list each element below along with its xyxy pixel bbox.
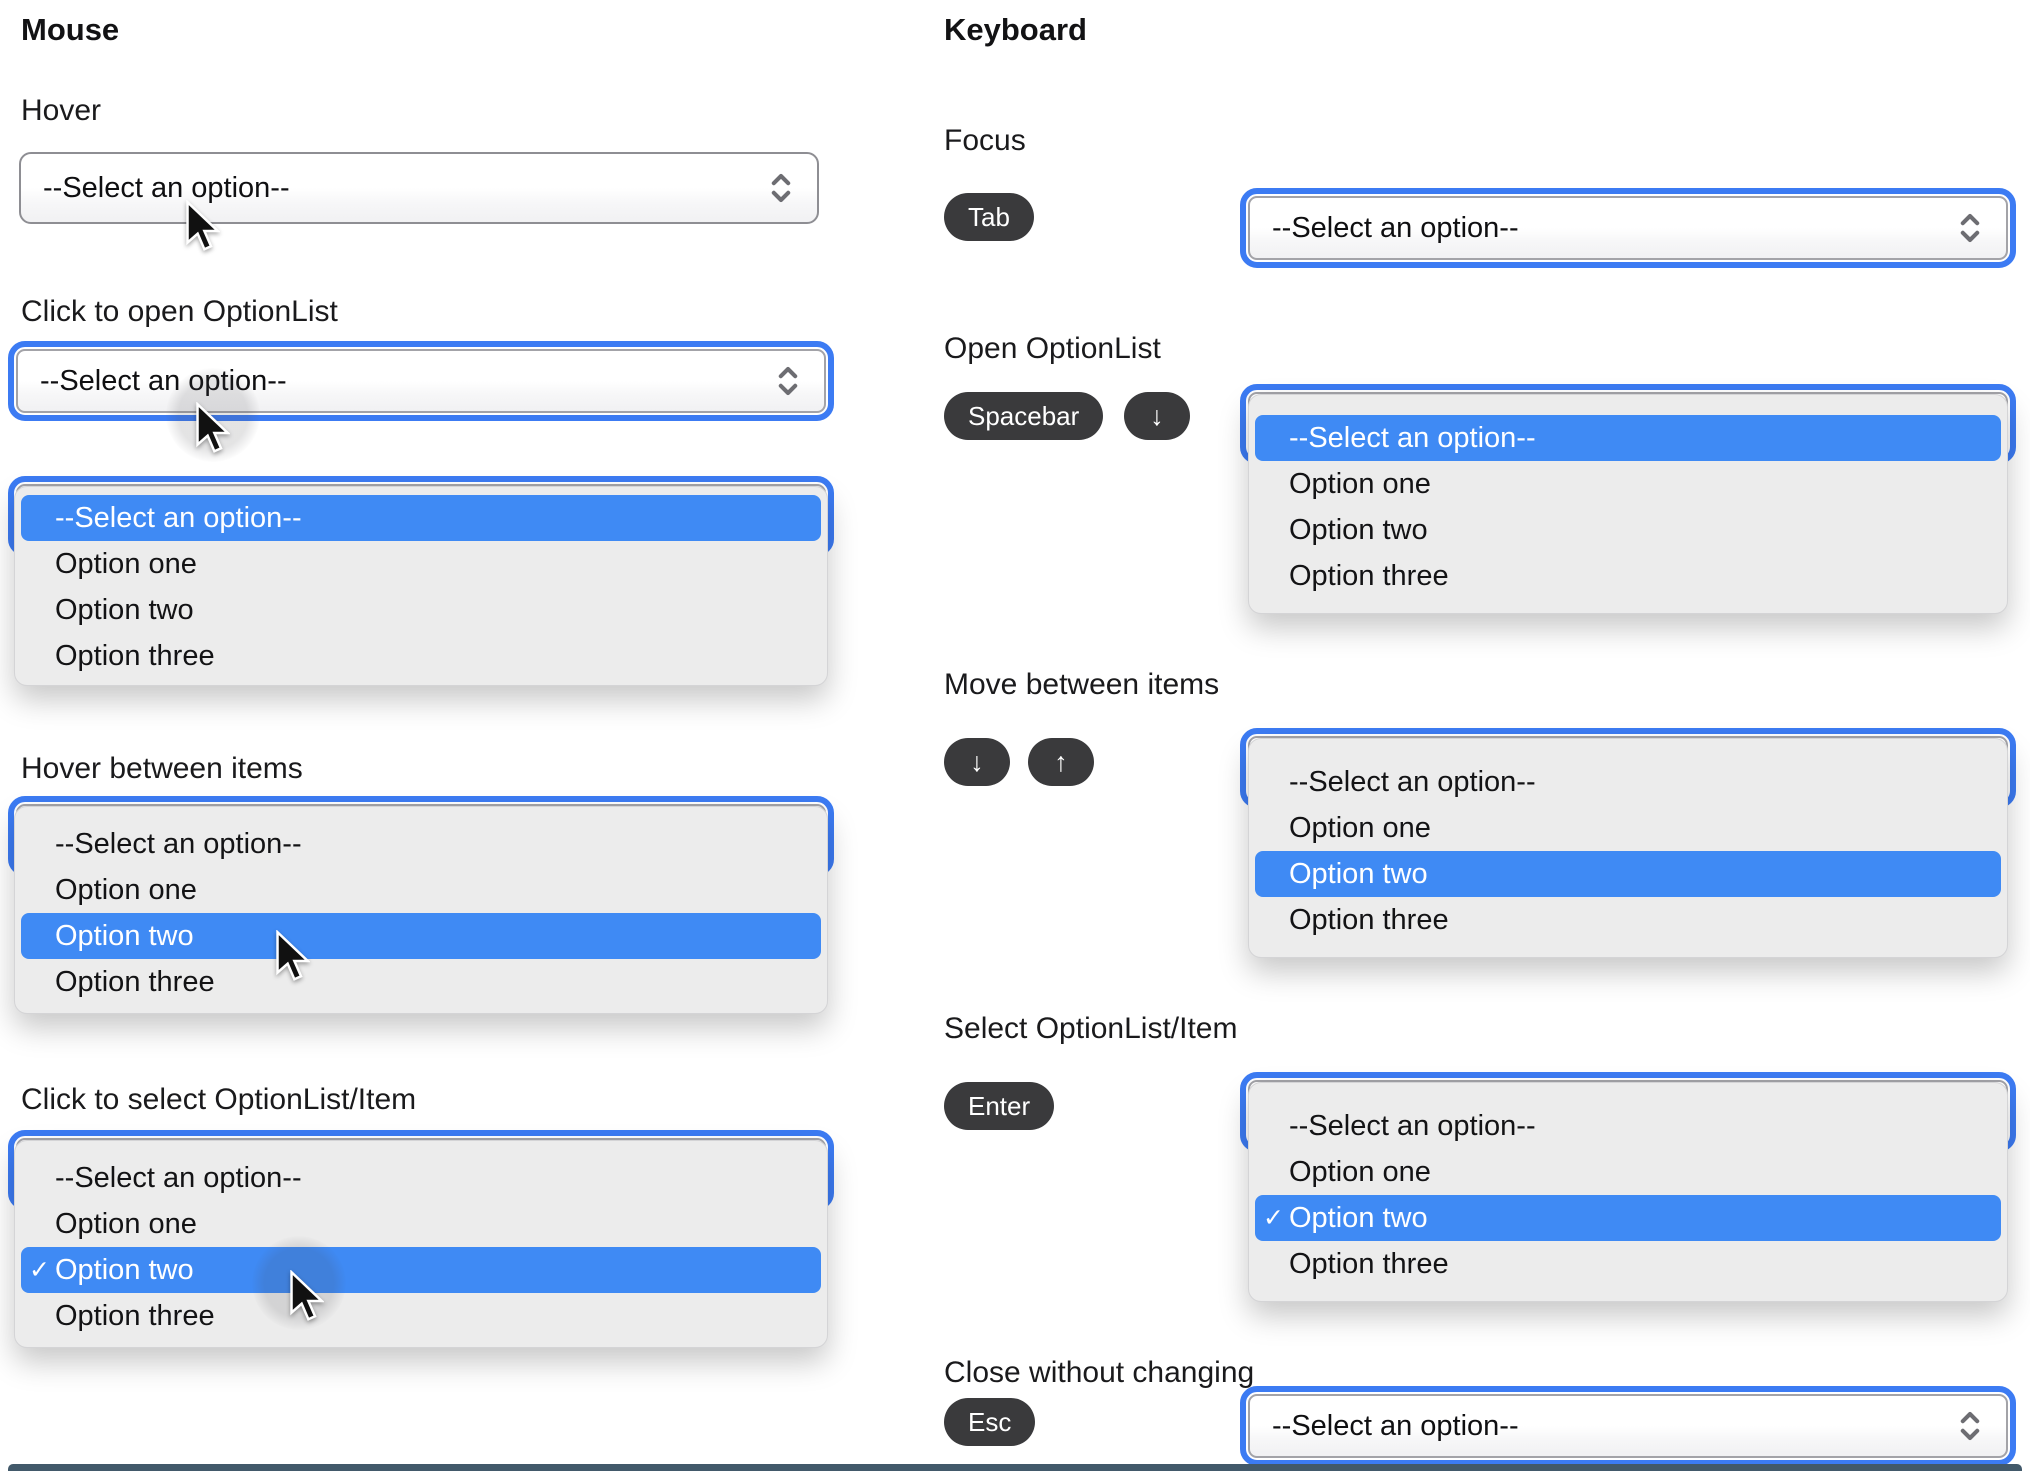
option-label: Option three (1289, 903, 1449, 936)
select-focused[interactable]: --Select an option-- (1240, 1386, 2016, 1466)
option-list: --Select an option-- Option one Option t… (14, 806, 828, 1014)
option-label: Option three (1289, 1247, 1449, 1280)
option-label: Option two (55, 919, 194, 952)
option-item[interactable]: Option three (21, 1293, 821, 1339)
option-list: --Select an option-- Option one Option t… (1248, 738, 2008, 958)
keyboard-column-heading: Keyboard (944, 12, 1087, 47)
option-label: --Select an option-- (55, 501, 302, 534)
option-label: Option two (1289, 513, 1428, 546)
option-item[interactable]: Option one (21, 541, 821, 587)
section-label-select-item: Select OptionList/Item (944, 1012, 1238, 1045)
cursor-icon (186, 200, 220, 251)
option-item[interactable]: Option two (21, 587, 821, 633)
select-value: --Select an option-- (40, 364, 287, 397)
option-label: --Select an option-- (1289, 765, 1536, 798)
option-list: --Select an option-- Option one ✓ Option… (14, 1140, 828, 1348)
updown-chevron-icon (1960, 213, 1980, 243)
key-pill-arrow-down: ↓ (944, 738, 1010, 786)
key-pill-esc: Esc (944, 1398, 1036, 1446)
select-closed[interactable]: --Select an option-- (19, 152, 819, 224)
cursor-icon (290, 1270, 324, 1321)
option-item[interactable]: Option one (1255, 1149, 2001, 1195)
option-label: Option one (1289, 467, 1431, 500)
section-label-open-optionlist: Open OptionList (944, 332, 1161, 365)
option-label: Option one (1289, 811, 1431, 844)
bottom-partial-select[interactable] (8, 1464, 2022, 1471)
option-label: Option three (55, 639, 215, 672)
key-pill-enter: Enter (944, 1082, 1055, 1130)
key-pill-arrow-up: ↑ (1028, 738, 1094, 786)
mouse-column-heading: Mouse (21, 12, 120, 47)
option-label: Option one (1289, 1155, 1431, 1188)
section-label-click-open: Click to open OptionList (21, 295, 338, 328)
key-pill-tab: Tab (944, 193, 1034, 241)
option-item[interactable]: --Select an option-- (1255, 1103, 2001, 1149)
select-focused[interactable]: --Select an option-- (8, 341, 834, 421)
option-label: Option two (1289, 1201, 1428, 1234)
option-label: Option one (55, 873, 197, 906)
option-item-selected[interactable]: ✓ Option two (1255, 1195, 2001, 1241)
option-item[interactable]: Option one (21, 1201, 821, 1247)
section-label-hover-between: Hover between items (21, 752, 303, 785)
cursor-icon (196, 402, 230, 453)
option-label: --Select an option-- (1289, 1109, 1536, 1142)
option-label: Option three (1289, 559, 1449, 592)
option-label: Option two (55, 593, 194, 626)
option-label: --Select an option-- (55, 1161, 302, 1194)
section-label-click-select: Click to select OptionList/Item (21, 1083, 417, 1116)
select-value: --Select an option-- (43, 171, 290, 204)
option-item[interactable]: Option two (1255, 507, 2001, 553)
section-label-close-without: Close without changing (944, 1356, 1255, 1389)
option-list: --Select an option-- Option one Option t… (14, 486, 828, 686)
option-item[interactable]: Option three (1255, 897, 2001, 943)
option-item-highlighted[interactable]: --Select an option-- (1255, 415, 2001, 461)
option-label: --Select an option-- (55, 827, 302, 860)
option-item[interactable]: Option three (1255, 553, 2001, 599)
check-icon: ✓ (1263, 1204, 1284, 1232)
option-item[interactable]: Option three (21, 959, 821, 1005)
option-label: --Select an option-- (1289, 421, 1536, 454)
select-focused[interactable]: --Select an option-- (1240, 188, 2016, 268)
option-item[interactable]: Option three (21, 633, 821, 679)
option-item[interactable]: --Select an option-- (1255, 759, 2001, 805)
page: Mouse Hover --Select an option-- Click t… (0, 0, 2030, 1471)
option-item-highlighted[interactable]: --Select an option-- (21, 495, 821, 541)
option-item[interactable]: Option three (1255, 1241, 2001, 1287)
option-item[interactable]: Option one (21, 867, 821, 913)
section-label-hover: Hover (21, 94, 102, 127)
option-label: Option three (55, 965, 215, 998)
key-pill-arrow-down: ↓ (1124, 392, 1190, 440)
section-label-move-between: Move between items (944, 668, 1220, 701)
option-item-highlighted[interactable]: Option two (1255, 851, 2001, 897)
option-label: Option two (1289, 857, 1428, 890)
option-item-highlighted[interactable]: Option two (21, 913, 821, 959)
option-item-selected[interactable]: ✓ Option two (21, 1247, 821, 1293)
option-label: Option three (55, 1299, 215, 1332)
select-value: --Select an option-- (1272, 211, 1519, 244)
option-label: Option two (55, 1253, 194, 1286)
updown-chevron-icon (1960, 1411, 1980, 1441)
option-item[interactable]: Option one (1255, 805, 2001, 851)
key-pill-spacebar: Spacebar (944, 392, 1104, 440)
section-label-focus: Focus (944, 124, 1026, 157)
option-item[interactable]: --Select an option-- (21, 1155, 821, 1201)
select-value: --Select an option-- (1272, 1409, 1519, 1442)
cursor-icon (276, 930, 310, 981)
updown-chevron-icon (771, 173, 791, 203)
option-item[interactable]: Option one (1255, 461, 2001, 507)
check-icon: ✓ (29, 1256, 50, 1284)
option-label: Option one (55, 547, 197, 580)
option-list: --Select an option-- Option one Option t… (1248, 394, 2008, 614)
updown-chevron-icon (778, 366, 798, 396)
option-label: Option one (55, 1207, 197, 1240)
option-item[interactable]: --Select an option-- (21, 821, 821, 867)
option-list: --Select an option-- Option one ✓ Option… (1248, 1082, 2008, 1302)
